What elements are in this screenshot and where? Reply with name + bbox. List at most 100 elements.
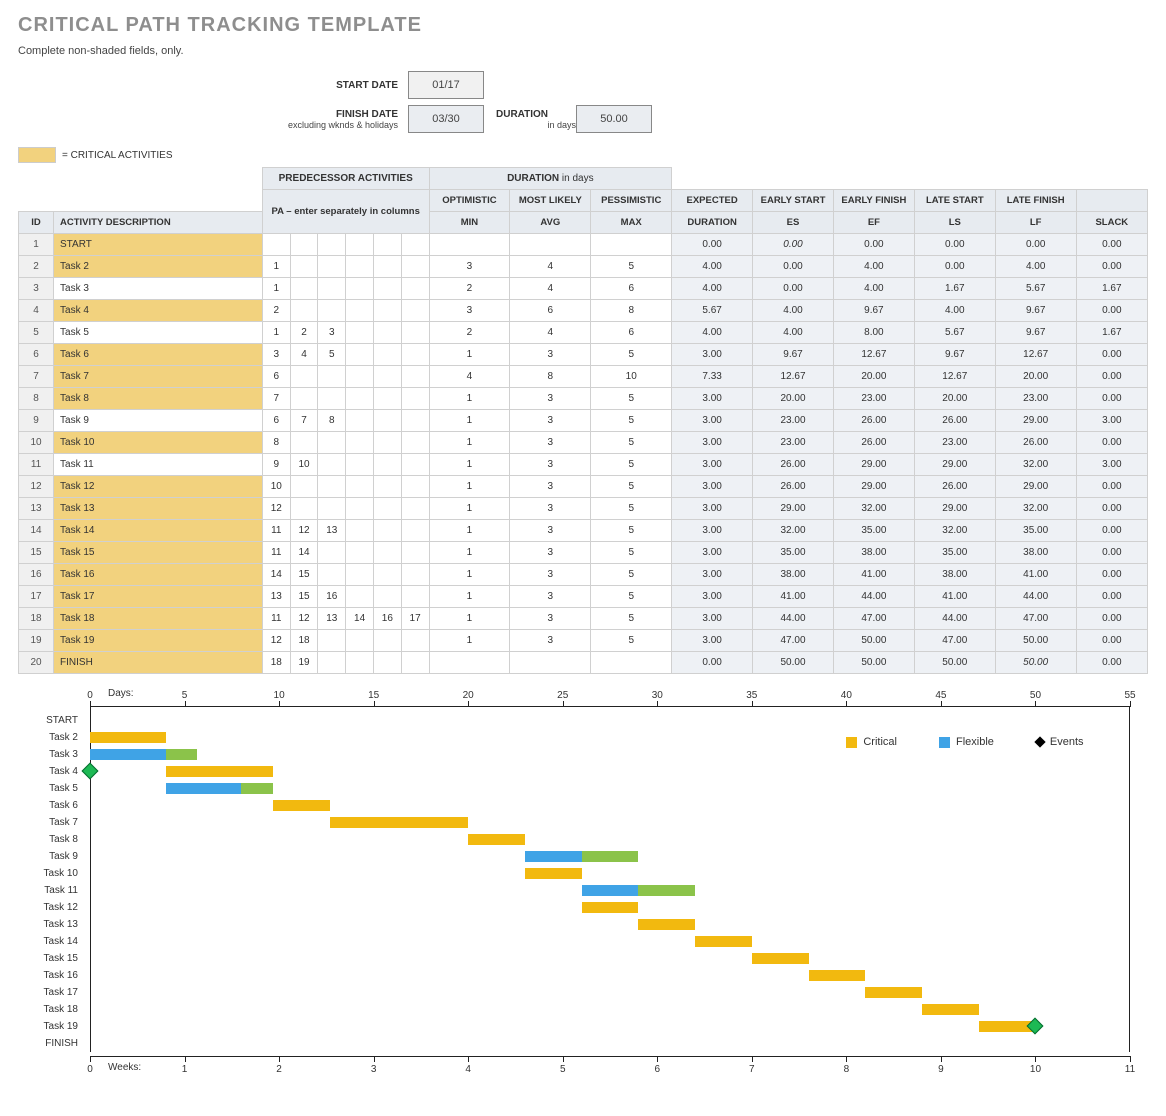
- min-cell[interactable]: 3: [429, 300, 510, 322]
- predecessor-cell[interactable]: [401, 366, 429, 388]
- min-cell[interactable]: 1: [429, 454, 510, 476]
- predecessor-cell[interactable]: [346, 366, 374, 388]
- predecessor-cell[interactable]: [290, 234, 318, 256]
- min-cell[interactable]: 4: [429, 366, 510, 388]
- predecessor-cell[interactable]: [373, 630, 401, 652]
- activity-cell[interactable]: Task 10: [54, 432, 263, 454]
- max-cell[interactable]: 6: [591, 278, 672, 300]
- max-cell[interactable]: 5: [591, 454, 672, 476]
- avg-cell[interactable]: [510, 234, 591, 256]
- predecessor-cell[interactable]: [346, 278, 374, 300]
- activity-cell[interactable]: Task 4: [54, 300, 263, 322]
- predecessor-cell[interactable]: 10: [290, 454, 318, 476]
- activity-cell[interactable]: Task 19: [54, 630, 263, 652]
- avg-cell[interactable]: 3: [510, 388, 591, 410]
- avg-cell[interactable]: 3: [510, 586, 591, 608]
- activity-cell[interactable]: Task 5: [54, 322, 263, 344]
- max-cell[interactable]: 5: [591, 498, 672, 520]
- predecessor-cell[interactable]: [373, 300, 401, 322]
- start-date-input[interactable]: 01/17: [408, 71, 484, 99]
- avg-cell[interactable]: [510, 652, 591, 674]
- predecessor-cell[interactable]: [262, 234, 290, 256]
- predecessor-cell[interactable]: [346, 234, 374, 256]
- predecessor-cell[interactable]: [373, 542, 401, 564]
- predecessor-cell[interactable]: 13: [318, 520, 346, 542]
- predecessor-cell[interactable]: [290, 432, 318, 454]
- predecessor-cell[interactable]: [318, 564, 346, 586]
- predecessor-cell[interactable]: [373, 322, 401, 344]
- avg-cell[interactable]: 3: [510, 410, 591, 432]
- max-cell[interactable]: 5: [591, 256, 672, 278]
- predecessor-cell[interactable]: [373, 498, 401, 520]
- predecessor-cell[interactable]: 15: [290, 564, 318, 586]
- predecessor-cell[interactable]: [318, 234, 346, 256]
- predecessor-cell[interactable]: [401, 322, 429, 344]
- predecessor-cell[interactable]: 3: [318, 322, 346, 344]
- predecessor-cell[interactable]: [401, 498, 429, 520]
- predecessor-cell[interactable]: [401, 564, 429, 586]
- predecessor-cell[interactable]: 8: [318, 410, 346, 432]
- predecessor-cell[interactable]: 17: [401, 608, 429, 630]
- predecessor-cell[interactable]: [346, 322, 374, 344]
- max-cell[interactable]: [591, 234, 672, 256]
- predecessor-cell[interactable]: [346, 652, 374, 674]
- min-cell[interactable]: 1: [429, 630, 510, 652]
- predecessor-cell[interactable]: 4: [290, 344, 318, 366]
- min-cell[interactable]: 2: [429, 278, 510, 300]
- predecessor-cell[interactable]: [401, 234, 429, 256]
- predecessor-cell[interactable]: 7: [290, 410, 318, 432]
- avg-cell[interactable]: 3: [510, 630, 591, 652]
- avg-cell[interactable]: 3: [510, 454, 591, 476]
- predecessor-cell[interactable]: [373, 432, 401, 454]
- predecessor-cell[interactable]: [290, 300, 318, 322]
- predecessor-cell[interactable]: [346, 586, 374, 608]
- predecessor-cell[interactable]: 12: [262, 630, 290, 652]
- predecessor-cell[interactable]: [373, 520, 401, 542]
- predecessor-cell[interactable]: [346, 388, 374, 410]
- activity-cell[interactable]: Task 3: [54, 278, 263, 300]
- predecessor-cell[interactable]: 18: [290, 630, 318, 652]
- predecessor-cell[interactable]: [401, 652, 429, 674]
- activity-cell[interactable]: Task 18: [54, 608, 263, 630]
- predecessor-cell[interactable]: [318, 542, 346, 564]
- activity-cell[interactable]: Task 17: [54, 586, 263, 608]
- predecessor-cell[interactable]: 15: [290, 586, 318, 608]
- predecessor-cell[interactable]: [318, 476, 346, 498]
- predecessor-cell[interactable]: 11: [262, 520, 290, 542]
- max-cell[interactable]: 5: [591, 586, 672, 608]
- predecessor-cell[interactable]: [318, 256, 346, 278]
- predecessor-cell[interactable]: 2: [262, 300, 290, 322]
- min-cell[interactable]: 1: [429, 388, 510, 410]
- predecessor-cell[interactable]: [346, 564, 374, 586]
- predecessor-cell[interactable]: [373, 278, 401, 300]
- min-cell[interactable]: 3: [429, 256, 510, 278]
- predecessor-cell[interactable]: [318, 630, 346, 652]
- min-cell[interactable]: 1: [429, 498, 510, 520]
- predecessor-cell[interactable]: 14: [346, 608, 374, 630]
- predecessor-cell[interactable]: 9: [262, 454, 290, 476]
- min-cell[interactable]: 2: [429, 322, 510, 344]
- predecessor-cell[interactable]: [290, 498, 318, 520]
- predecessor-cell[interactable]: [346, 300, 374, 322]
- predecessor-cell[interactable]: [401, 542, 429, 564]
- predecessor-cell[interactable]: 2: [290, 322, 318, 344]
- predecessor-cell[interactable]: 12: [262, 498, 290, 520]
- avg-cell[interactable]: 4: [510, 278, 591, 300]
- activity-cell[interactable]: FINISH: [54, 652, 263, 674]
- avg-cell[interactable]: 4: [510, 256, 591, 278]
- min-cell[interactable]: 1: [429, 344, 510, 366]
- predecessor-cell[interactable]: [373, 476, 401, 498]
- predecessor-cell[interactable]: 1: [262, 278, 290, 300]
- max-cell[interactable]: 5: [591, 564, 672, 586]
- predecessor-cell[interactable]: 18: [262, 652, 290, 674]
- max-cell[interactable]: 6: [591, 322, 672, 344]
- predecessor-cell[interactable]: [401, 410, 429, 432]
- avg-cell[interactable]: 4: [510, 322, 591, 344]
- avg-cell[interactable]: 3: [510, 564, 591, 586]
- predecessor-cell[interactable]: 16: [373, 608, 401, 630]
- activity-cell[interactable]: Task 2: [54, 256, 263, 278]
- max-cell[interactable]: 10: [591, 366, 672, 388]
- max-cell[interactable]: 5: [591, 344, 672, 366]
- predecessor-cell[interactable]: [346, 542, 374, 564]
- max-cell[interactable]: 5: [591, 476, 672, 498]
